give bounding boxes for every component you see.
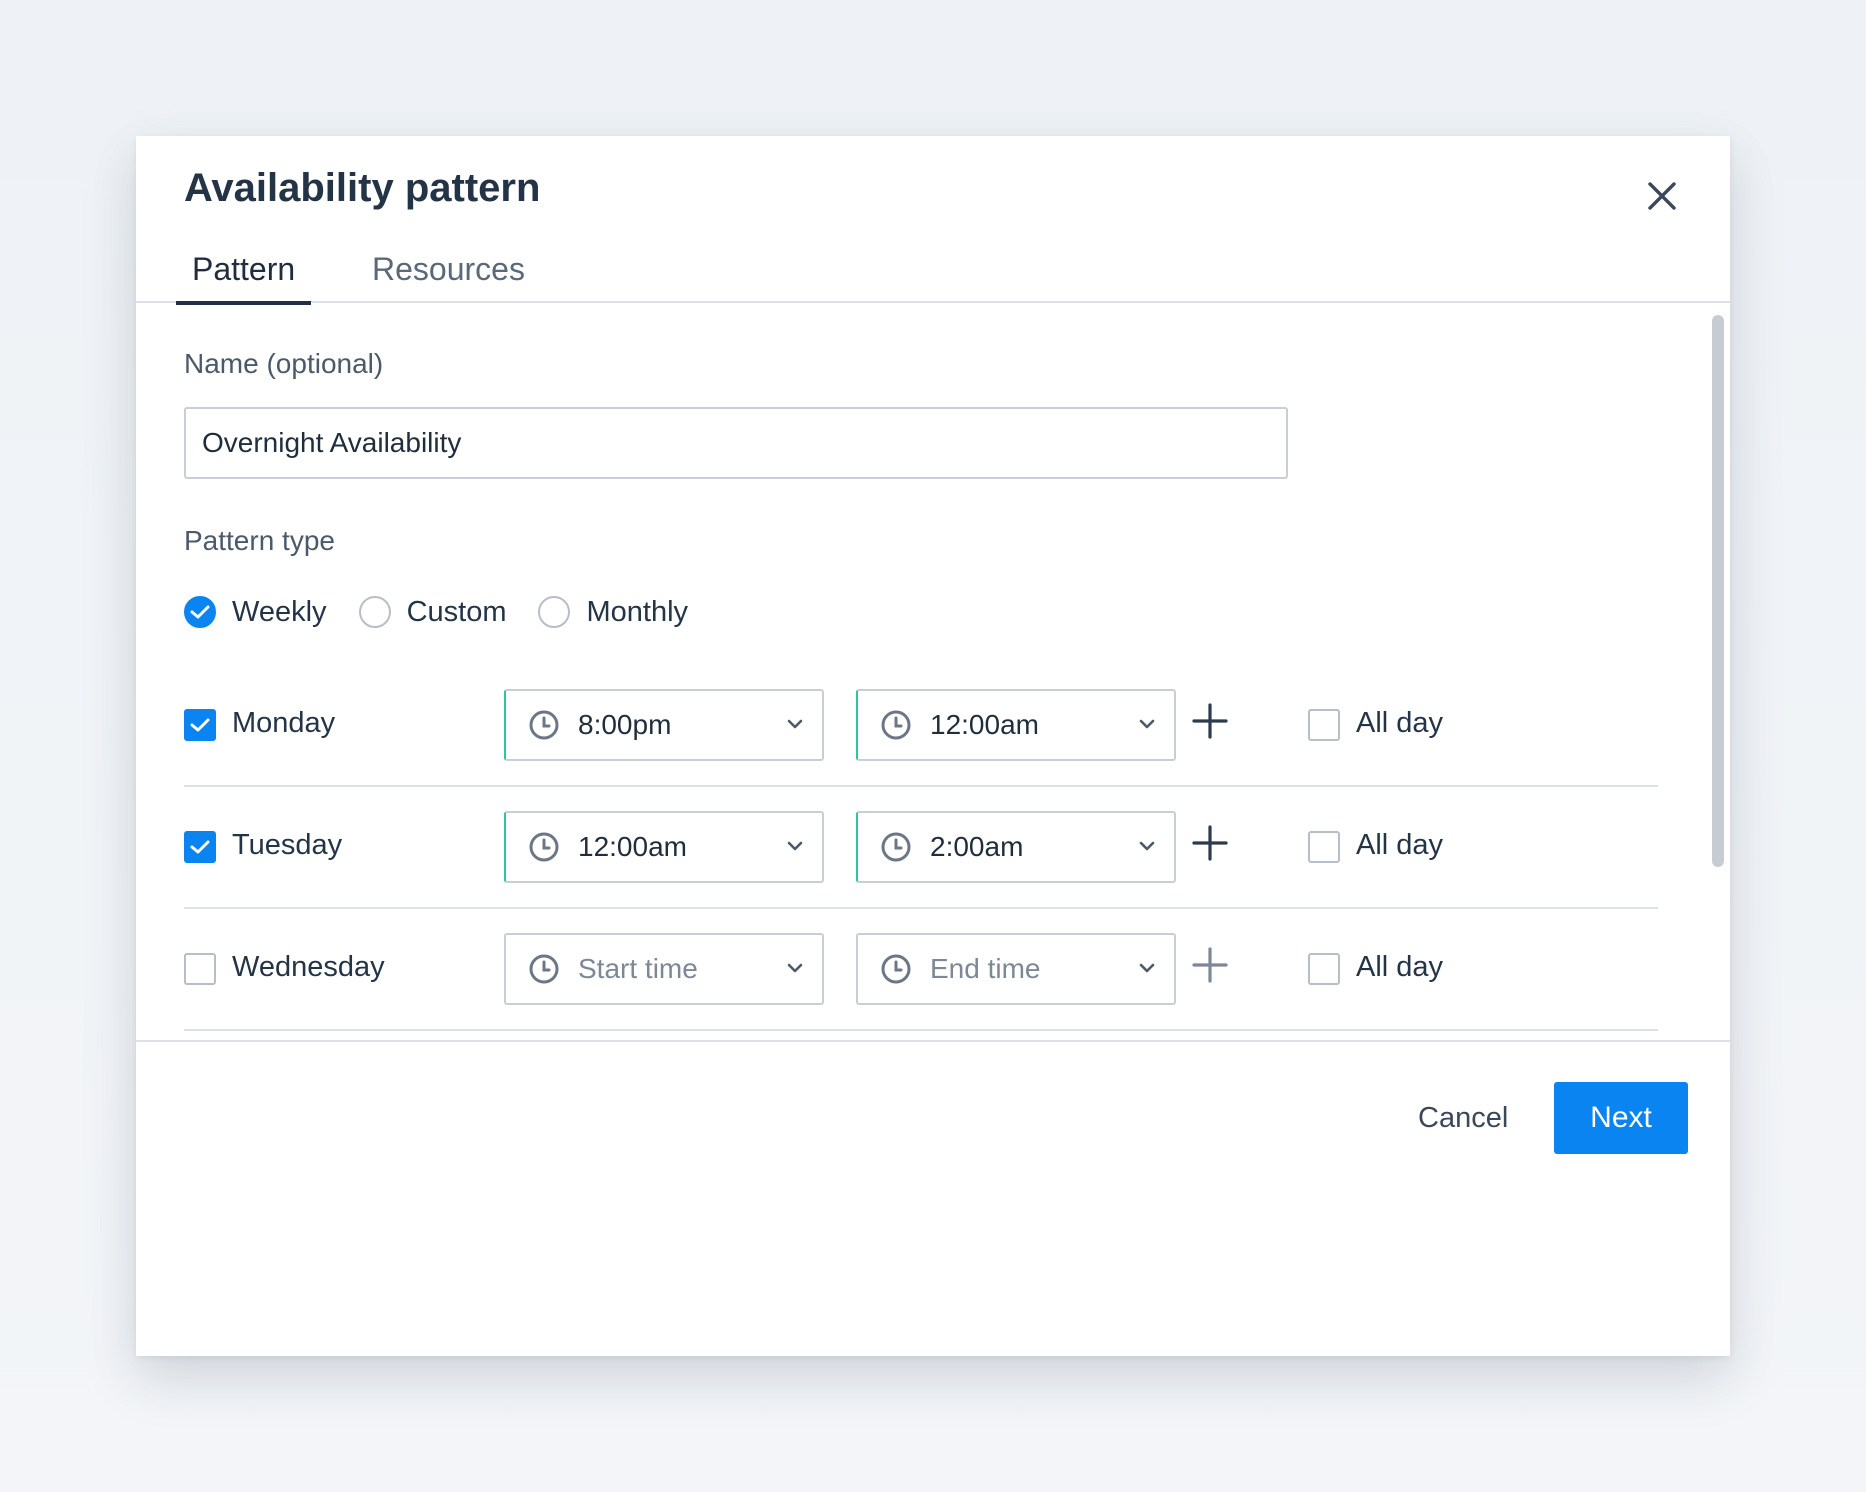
add-time-range-button[interactable]	[1190, 823, 1230, 863]
day-label: Monday	[232, 707, 336, 739]
pattern-type-radio-group: Weekly Custom Monthly	[184, 592, 720, 632]
chevron-down-icon	[1138, 839, 1156, 857]
radio-option-monthly[interactable]: Monthly	[538, 596, 688, 629]
radio-unchecked-icon[interactable]	[538, 596, 571, 628]
start-time-select[interactable]: 8:00pm	[504, 689, 824, 761]
chevron-down-icon	[1138, 717, 1156, 735]
clock-icon	[880, 709, 912, 746]
start-time-value: 12:00am	[578, 831, 687, 862]
cancel-button[interactable]: Cancel	[1400, 1082, 1526, 1154]
plus-icon	[1190, 947, 1230, 989]
day-checkbox[interactable]	[184, 953, 216, 985]
clock-icon	[880, 831, 912, 868]
all-day-label: All day	[1356, 829, 1444, 861]
name-field-label: Name (optional)	[184, 348, 384, 379]
tab-pattern[interactable]: Pattern	[176, 236, 312, 305]
radio-option-weekly[interactable]: Weekly	[184, 596, 327, 629]
day-row-monday: Monday 8:00pm 12:00am All day	[184, 665, 1658, 787]
day-row-thursday: ThursdayStart timeEnd timeAll day	[184, 1031, 1658, 1040]
start-time-select[interactable]: Start time	[504, 933, 824, 1005]
tab-bar: Pattern Resources	[136, 236, 1730, 305]
radio-unchecked-icon[interactable]	[358, 596, 391, 628]
all-day-label: All day	[1356, 707, 1444, 739]
chevron-down-icon	[1138, 961, 1156, 979]
start-time-value: Start time	[578, 953, 698, 984]
all-day-checkbox[interactable]	[1308, 953, 1340, 985]
end-time-select[interactable]: End time	[856, 933, 1176, 1005]
availability-pattern-dialog: Availability pattern Pattern Resources N…	[136, 136, 1730, 1356]
end-time-value: 12:00am	[930, 709, 1039, 740]
radio-label: Monthly	[586, 595, 689, 628]
day-label: Tuesday	[232, 829, 343, 861]
clock-icon	[528, 709, 560, 746]
end-time-value: 2:00am	[930, 831, 1024, 862]
plus-icon	[1190, 825, 1230, 867]
radio-label: Weekly	[232, 595, 327, 628]
radio-option-custom[interactable]: Custom	[358, 595, 507, 629]
add-time-range-button[interactable]	[1190, 945, 1230, 985]
add-time-range-button[interactable]	[1190, 701, 1230, 741]
start-time-select[interactable]: 12:00am	[504, 811, 824, 883]
dialog-body: Name (optional) Pattern type Weekly Cust…	[136, 305, 1730, 1040]
all-day-checkbox[interactable]	[1308, 709, 1340, 741]
radio-label: Custom	[406, 595, 507, 628]
clock-icon	[528, 831, 560, 868]
pattern-type-label: Pattern type	[184, 525, 335, 556]
tab-resources[interactable]: Resources	[356, 236, 541, 303]
day-checkbox[interactable]	[184, 709, 216, 741]
end-time-value: End time	[930, 953, 1041, 984]
all-day-checkbox[interactable]	[1308, 831, 1340, 863]
day-row-wednesday: Wednesday Start time End time All day	[184, 909, 1658, 1031]
clock-icon	[528, 953, 560, 990]
radio-checked-icon[interactable]	[184, 596, 216, 628]
end-time-select[interactable]: 12:00am	[856, 689, 1176, 761]
plus-icon	[1190, 703, 1230, 745]
chevron-down-icon	[786, 961, 804, 979]
all-day-label: All day	[1356, 951, 1444, 983]
close-button[interactable]	[1640, 174, 1684, 218]
scrollbar[interactable]	[1712, 315, 1724, 867]
name-input[interactable]	[184, 407, 1288, 479]
dialog-title: Availability pattern	[184, 166, 541, 210]
clock-icon	[880, 953, 912, 990]
dialog-footer: Cancel Next	[136, 1040, 1730, 1356]
chevron-down-icon	[786, 717, 804, 735]
close-icon	[1648, 182, 1676, 210]
start-time-value: 8:00pm	[578, 709, 672, 740]
day-label: Wednesday	[232, 951, 385, 983]
chevron-down-icon	[786, 839, 804, 857]
next-button[interactable]: Next	[1554, 1082, 1688, 1154]
day-row-tuesday: Tuesday 12:00am 2:00am All day	[184, 787, 1658, 909]
day-checkbox[interactable]	[184, 831, 216, 863]
end-time-select[interactable]: 2:00am	[856, 811, 1176, 883]
